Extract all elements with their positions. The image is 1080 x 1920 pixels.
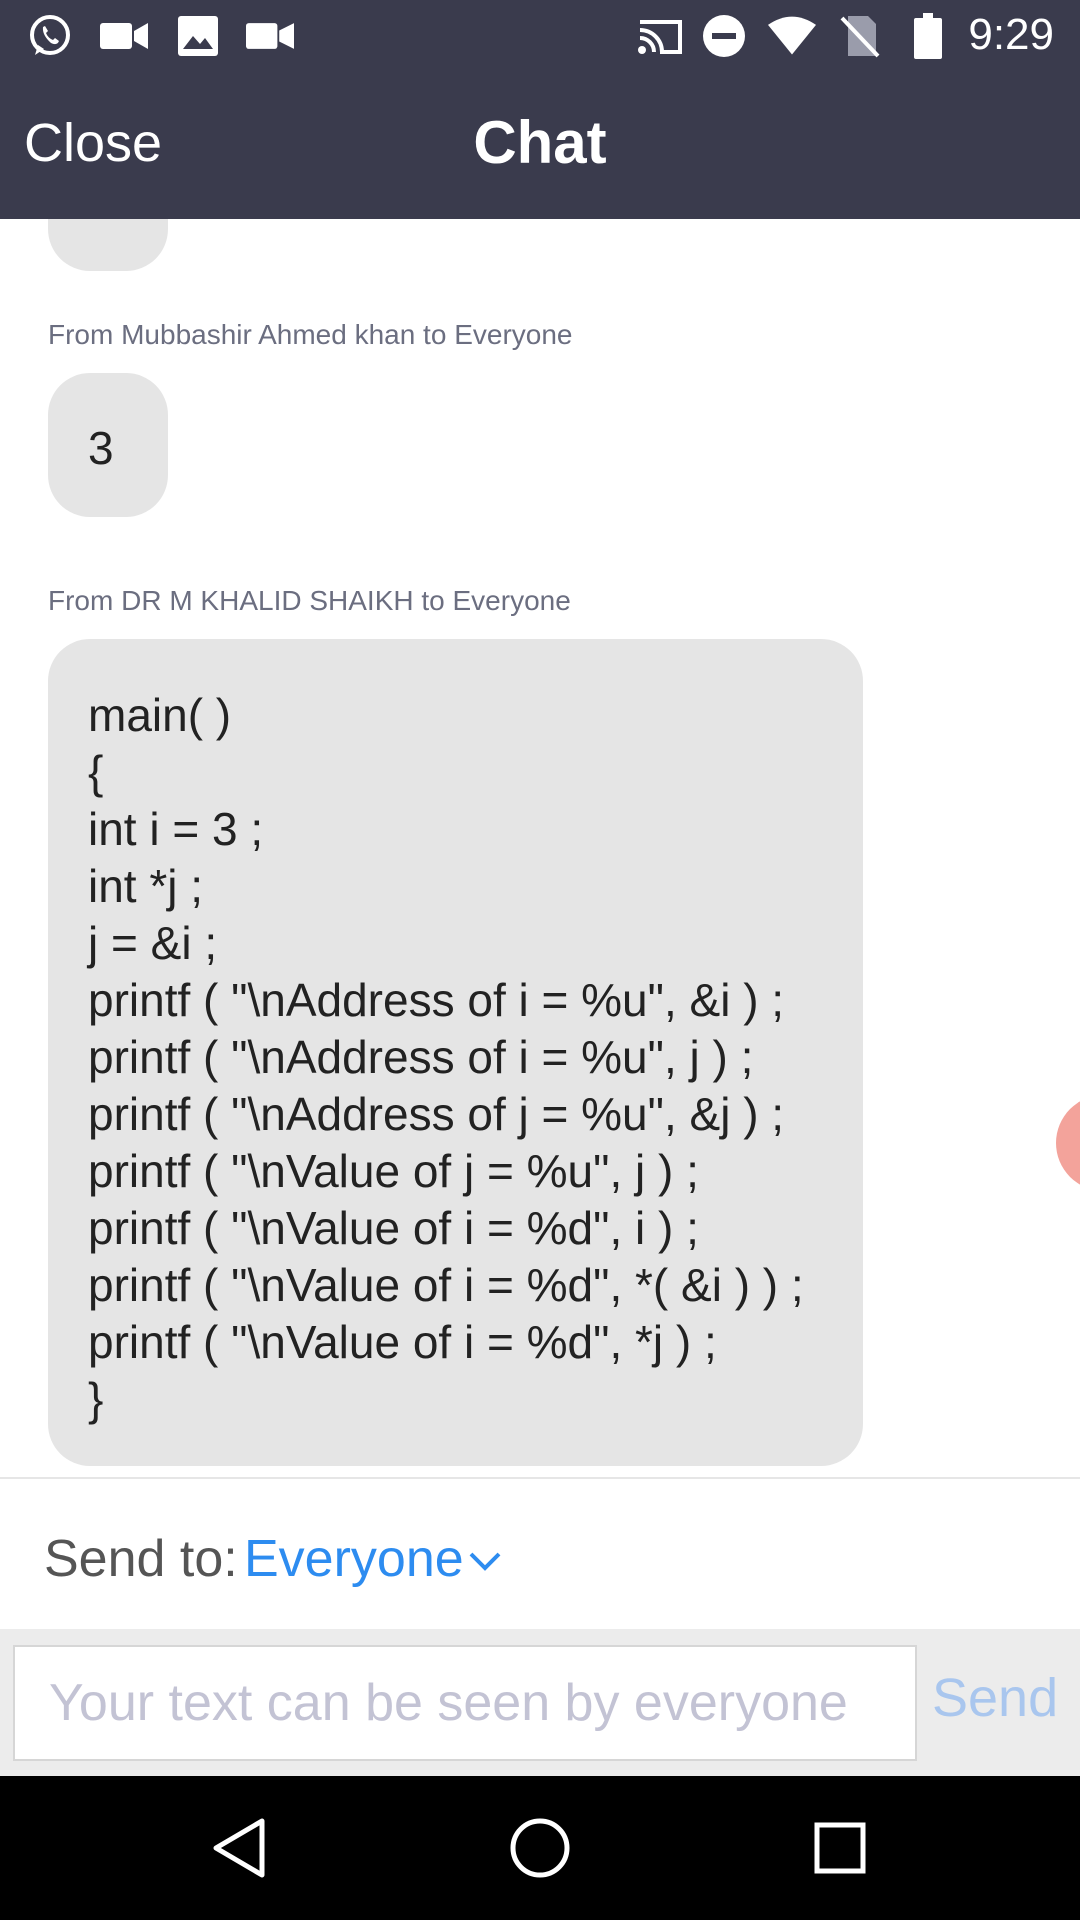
message-code-line: { [88, 746, 104, 798]
message-code-line: printf ( "\nValue of i = %d", *j ) ; [88, 1316, 717, 1368]
message-code-line: main( ) [88, 689, 232, 741]
recents-icon[interactable] [804, 1812, 876, 1884]
chevron-down-icon[interactable] [468, 1549, 502, 1573]
message-sender: From DR M KHALID SHAIKH to Everyone [48, 585, 571, 616]
video-camera-icon [246, 12, 294, 60]
message-code-line: printf ( "\nValue of j = %u", j ) ; [88, 1145, 699, 1197]
send-to-dropdown[interactable]: Everyone [244, 1529, 464, 1589]
message-bubble [48, 219, 168, 271]
message-code-line: printf ( "\nValue of i = %d", *( &i ) ) … [88, 1259, 804, 1311]
message-code-line: printf ( "\nAddress of j = %u", &j ) ; [88, 1088, 785, 1140]
composer-bar: Send [0, 1629, 1080, 1776]
video-camera-icon [100, 12, 148, 60]
message-input[interactable] [15, 1647, 915, 1759]
message-code-line: int i = 3 ; [88, 803, 264, 855]
message-code-line: printf ( "\nAddress of i = %u", &i ) ; [88, 974, 785, 1026]
send-to-row: Send to: Everyone [0, 1479, 1080, 1629]
status-time: 9:29 [968, 10, 1054, 59]
message-code-line: } [88, 1373, 104, 1425]
message-code-line: printf ( "\nAddress of i = %u", j ) ; [88, 1031, 754, 1083]
status-bar: 9:29 [0, 0, 1080, 72]
message-code-line: int *j ; [88, 860, 204, 912]
message-sender: From Mubbashir Ahmed khan to Everyone [48, 319, 573, 350]
message-code-line: printf ( "\nValue of i = %d", i ) ; [88, 1202, 699, 1254]
floating-avatar-bubble[interactable] [1056, 1095, 1080, 1191]
message-input-container [13, 1645, 917, 1761]
back-icon[interactable] [204, 1812, 276, 1884]
battery-icon [904, 12, 952, 60]
image-icon [174, 12, 222, 60]
app-bar: Close Chat [0, 72, 1080, 219]
message-text: 3 [88, 422, 114, 474]
navigation-bar [0, 1776, 1080, 1920]
send-button[interactable]: Send [932, 1667, 1058, 1729]
home-icon[interactable] [504, 1812, 576, 1884]
chat-message-list[interactable]: From Mubbashir Ahmed khan to Everyone 3 … [0, 219, 1080, 1477]
message-bubble: 3 [48, 373, 168, 517]
message-code-line: j = &i ; [88, 917, 218, 969]
no-sim-icon [836, 12, 884, 60]
message-bubble: main( ) { int i = 3 ; int *j ; j = &i ; … [48, 639, 863, 1466]
page-title: Chat [473, 109, 607, 176]
wifi-icon [768, 12, 816, 60]
whatsapp-icon [26, 12, 74, 60]
cast-icon [636, 12, 684, 60]
send-to-label: Send to: [44, 1530, 238, 1588]
do-not-disturb-icon [700, 12, 748, 60]
